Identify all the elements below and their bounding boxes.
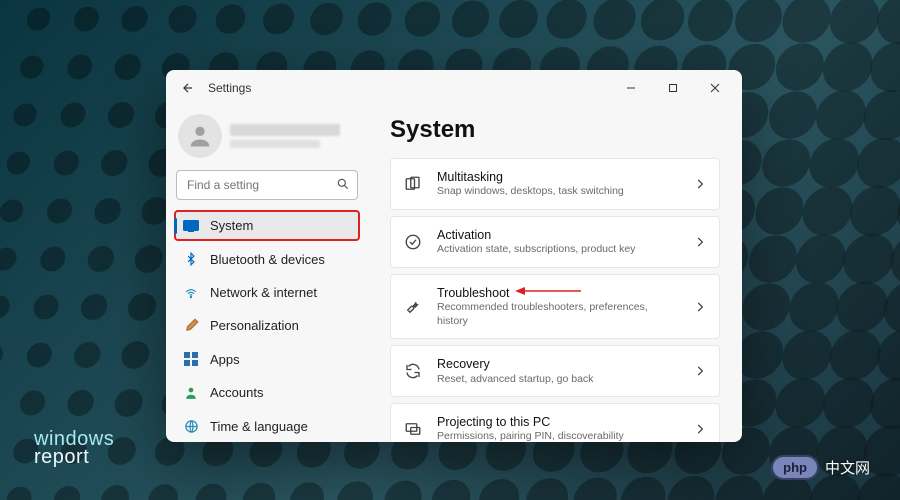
projecting-icon	[403, 419, 423, 439]
sidebar-item-label: Personalization	[210, 318, 299, 333]
main-pane: System Multitasking Snap windows, deskto…	[368, 106, 742, 442]
php-pill: php	[771, 455, 819, 480]
watermark-php: php 中文网	[771, 455, 870, 480]
window-title: Settings	[208, 81, 251, 95]
sidebar-item-apps[interactable]: Apps	[174, 344, 360, 375]
search-icon	[336, 177, 350, 196]
brush-icon	[182, 317, 200, 335]
sidebar-item-label: Network & internet	[210, 285, 317, 300]
globe-icon	[182, 417, 200, 435]
sidebar-item-bluetooth[interactable]: Bluetooth & devices	[174, 243, 360, 274]
card-title: Troubleshoot	[437, 285, 679, 301]
display-icon	[182, 217, 200, 235]
card-title: Projecting to this PC	[437, 414, 679, 430]
sidebar-item-system[interactable]: System	[174, 210, 360, 241]
person-icon	[182, 384, 200, 402]
wifi-icon	[182, 284, 200, 302]
card-title: Activation	[437, 227, 679, 243]
back-button[interactable]	[172, 72, 204, 104]
page-title: System	[390, 116, 720, 144]
nav-list: System Bluetooth & devices Network & int…	[174, 210, 360, 442]
sidebar-item-label: Bluetooth & devices	[210, 252, 325, 267]
sidebar-item-network[interactable]: Network & internet	[174, 277, 360, 308]
card-sub: Reset, advanced startup, go back	[437, 373, 679, 387]
minimize-button[interactable]	[610, 72, 652, 104]
sidebar-item-personalization[interactable]: Personalization	[174, 310, 360, 341]
chevron-right-icon	[693, 235, 707, 249]
card-title: Recovery	[437, 356, 679, 372]
card-title: Multitasking	[437, 169, 679, 185]
chevron-right-icon	[693, 422, 707, 436]
sidebar-item-label: Accounts	[210, 385, 263, 400]
sidebar-item-label: Apps	[210, 352, 240, 367]
search-input[interactable]	[176, 170, 358, 200]
settings-window: Settings	[166, 70, 742, 442]
chevron-right-icon	[693, 364, 707, 378]
recovery-icon	[403, 361, 423, 381]
search-row	[176, 170, 358, 200]
user-profile[interactable]	[174, 110, 360, 170]
titlebar: Settings	[166, 70, 742, 106]
profile-text	[230, 124, 356, 148]
php-cn-text: 中文网	[825, 457, 870, 478]
card-multitasking[interactable]: Multitasking Snap windows, desktops, tas…	[390, 158, 720, 210]
card-sub: Activation state, subscriptions, product…	[437, 243, 679, 257]
bluetooth-icon	[182, 250, 200, 268]
window-controls	[610, 72, 736, 104]
card-troubleshoot[interactable]: Troubleshoot Recommended troubleshooters…	[390, 274, 720, 340]
watermark-windowsreport: windows report	[34, 430, 114, 466]
sidebar-item-accounts[interactable]: Accounts	[174, 377, 360, 408]
multitask-icon	[403, 174, 423, 194]
sidebar: System Bluetooth & devices Network & int…	[166, 106, 368, 442]
close-button[interactable]	[694, 72, 736, 104]
chevron-right-icon	[693, 177, 707, 191]
card-projecting[interactable]: Projecting to this PC Permissions, pairi…	[390, 403, 720, 442]
maximize-button[interactable]	[652, 72, 694, 104]
avatar	[178, 114, 222, 158]
card-sub: Recommended troubleshooters, preferences…	[437, 301, 679, 328]
card-recovery[interactable]: Recovery Reset, advanced startup, go bac…	[390, 345, 720, 397]
sidebar-item-label: System	[210, 218, 253, 233]
sidebar-item-label: Time & language	[210, 419, 308, 434]
wrench-icon	[403, 297, 423, 317]
apps-icon	[182, 350, 200, 368]
check-circle-icon	[403, 232, 423, 252]
card-activation[interactable]: Activation Activation state, subscriptio…	[390, 216, 720, 268]
chevron-right-icon	[693, 300, 707, 314]
watermark-line2: report	[34, 448, 114, 466]
card-sub: Permissions, pairing PIN, discoverabilit…	[437, 430, 679, 442]
card-sub: Snap windows, desktops, task switching	[437, 185, 679, 199]
sidebar-item-time[interactable]: Time & language	[174, 411, 360, 442]
